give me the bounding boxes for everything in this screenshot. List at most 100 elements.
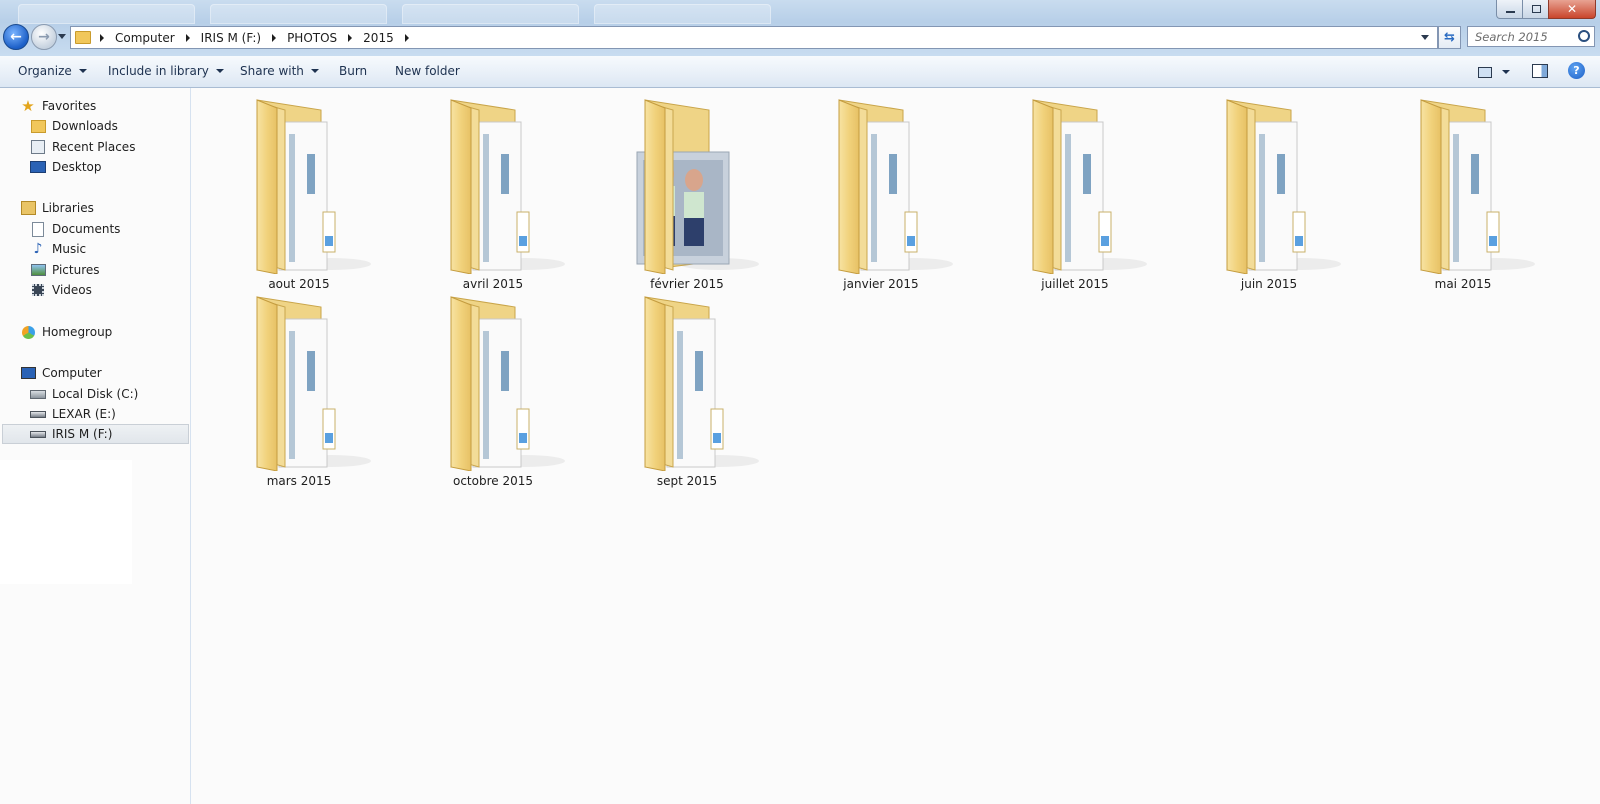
address-bar[interactable]: Computer IRIS M (F:) PHOTOS 2015 bbox=[70, 26, 1438, 49]
sidebar-item-label: IRIS M (F:) bbox=[52, 427, 113, 441]
burn-label: Burn bbox=[339, 64, 368, 78]
folder-label: aout 2015 bbox=[268, 277, 330, 291]
sidebar-item-videos[interactable]: Videos bbox=[30, 280, 92, 300]
breadcrumb-separator[interactable] bbox=[185, 33, 190, 42]
view-icon bbox=[1478, 66, 1492, 78]
desktop-icon bbox=[30, 159, 46, 175]
folder-item[interactable]: sept 2015 bbox=[609, 291, 765, 491]
folder-label: février 2015 bbox=[650, 277, 724, 291]
folder-label: sept 2015 bbox=[656, 474, 718, 488]
folder-item[interactable]: aout 2015 bbox=[221, 94, 377, 294]
dropdown-arrow-icon bbox=[215, 69, 224, 73]
sidebar-item-favorites[interactable]: ★ Favorites bbox=[20, 96, 96, 116]
title-bar: ✕ ← → Computer IRIS M (F:) PHOTOS 2015 ⇆ bbox=[0, 0, 1600, 56]
new-folder-label: New folder bbox=[395, 64, 460, 78]
breadcrumb-photos[interactable]: PHOTOS bbox=[281, 31, 343, 45]
navigation-pane: ★ Favorites Downloads Recent Places Desk… bbox=[0, 88, 191, 804]
folder-icon bbox=[75, 31, 91, 44]
dropdown-arrow-icon bbox=[1502, 70, 1510, 74]
sidebar-item-homegroup[interactable]: Homegroup bbox=[20, 322, 112, 342]
sidebar-item-label: Libraries bbox=[42, 201, 94, 215]
change-view-button[interactable] bbox=[1478, 64, 1518, 80]
restore-button[interactable] bbox=[1522, 0, 1550, 19]
folder-label: mars 2015 bbox=[266, 474, 332, 488]
sidebar-item-libraries[interactable]: Libraries bbox=[20, 198, 94, 218]
minimize-icon bbox=[1505, 11, 1515, 13]
background-tab bbox=[594, 4, 771, 24]
search-icon[interactable] bbox=[1578, 30, 1590, 42]
sidebar-item-label: Recent Places bbox=[52, 140, 136, 154]
downloads-folder-icon bbox=[30, 118, 46, 134]
organize-label: Organize bbox=[18, 64, 72, 78]
star-icon: ★ bbox=[21, 97, 35, 115]
search-box[interactable] bbox=[1467, 26, 1595, 47]
sidebar-item-downloads[interactable]: Downloads bbox=[30, 116, 118, 136]
sidebar-item-lexar[interactable]: LEXAR (E:) bbox=[30, 404, 116, 424]
recent-pages-dropdown[interactable] bbox=[58, 34, 66, 39]
breadcrumb-2015[interactable]: 2015 bbox=[357, 31, 400, 45]
folder-item[interactable]: juin 2015 bbox=[1191, 94, 1347, 294]
folder-icon bbox=[256, 296, 371, 472]
new-folder-button[interactable]: New folder bbox=[395, 64, 460, 78]
sidebar-item-label: Desktop bbox=[52, 160, 102, 174]
folder-icon bbox=[1420, 99, 1535, 275]
folder-item[interactable]: octobre 2015 bbox=[415, 291, 571, 491]
folder-item[interactable]: juillet 2015 bbox=[997, 94, 1153, 294]
sidebar-item-documents[interactable]: Documents bbox=[30, 219, 120, 239]
hard-drive-icon bbox=[30, 386, 46, 402]
sidebar-item-label: Downloads bbox=[52, 119, 118, 133]
computer-icon bbox=[20, 365, 36, 381]
share-with-button[interactable]: Share with bbox=[240, 64, 319, 78]
folder-item[interactable]: mars 2015 bbox=[221, 291, 377, 491]
folder-item[interactable]: avril 2015 bbox=[415, 94, 571, 294]
breadcrumb-separator[interactable] bbox=[272, 33, 277, 42]
dropdown-arrow-icon bbox=[310, 69, 319, 73]
preview-pane-button[interactable] bbox=[1532, 64, 1548, 78]
libraries-icon bbox=[20, 200, 36, 216]
folder-item[interactable]: janvier 2015 bbox=[803, 94, 959, 294]
back-arrow-icon: ← bbox=[10, 29, 22, 45]
sidebar-item-iris-m[interactable]: IRIS M (F:) bbox=[2, 424, 189, 444]
folder-label: juillet 2015 bbox=[1041, 277, 1109, 291]
search-input[interactable] bbox=[1468, 27, 1575, 46]
back-button[interactable]: ← bbox=[3, 24, 29, 50]
sidebar-item-computer[interactable]: Computer bbox=[20, 363, 102, 383]
music-note-icon: ♪ bbox=[33, 241, 43, 257]
folder-item[interactable]: février 2015 bbox=[609, 94, 765, 294]
sidebar-item-label: Videos bbox=[52, 283, 92, 297]
close-button[interactable]: ✕ bbox=[1548, 0, 1596, 19]
forward-arrow-icon: → bbox=[38, 29, 50, 45]
refresh-button[interactable]: ⇆ bbox=[1438, 26, 1461, 49]
include-in-library-button[interactable]: Include in library bbox=[108, 64, 224, 78]
breadcrumb-separator[interactable] bbox=[348, 33, 353, 42]
help-button[interactable]: ? bbox=[1568, 62, 1585, 79]
breadcrumb-computer[interactable]: Computer bbox=[109, 31, 181, 45]
sidebar-item-recent-places[interactable]: Recent Places bbox=[30, 137, 135, 157]
minimize-button[interactable] bbox=[1496, 0, 1524, 19]
sidebar-item-desktop[interactable]: Desktop bbox=[30, 157, 102, 177]
organize-button[interactable]: Organize bbox=[18, 64, 87, 78]
forward-button[interactable]: → bbox=[31, 24, 57, 50]
sidebar-item-local-disk[interactable]: Local Disk (C:) bbox=[30, 384, 138, 404]
breadcrumb-separator[interactable] bbox=[100, 33, 104, 42]
burn-button[interactable]: Burn bbox=[339, 64, 367, 78]
folder-item[interactable]: mai 2015 bbox=[1385, 94, 1541, 294]
sidebar-item-label: Homegroup bbox=[42, 325, 113, 339]
background-tab bbox=[18, 4, 195, 24]
sidebar-item-label: Local Disk (C:) bbox=[52, 387, 139, 401]
folder-icon bbox=[256, 99, 371, 275]
sidebar-item-label: Computer bbox=[42, 366, 102, 380]
sidebar-item-pictures[interactable]: Pictures bbox=[30, 260, 100, 280]
folder-icon bbox=[450, 296, 565, 472]
background-tab bbox=[402, 4, 579, 24]
folder-label: janvier 2015 bbox=[843, 277, 919, 291]
folder-label: juin 2015 bbox=[1240, 277, 1298, 291]
recent-places-icon bbox=[30, 139, 46, 155]
sidebar-item-label: Favorites bbox=[42, 99, 97, 113]
removable-drive-icon bbox=[30, 426, 46, 442]
address-history-dropdown[interactable] bbox=[1421, 35, 1429, 40]
breadcrumb-separator[interactable] bbox=[404, 33, 409, 42]
command-bar: Organize Include in library Share with B… bbox=[0, 56, 1600, 88]
sidebar-item-music[interactable]: ♪ Music bbox=[30, 239, 87, 259]
breadcrumb-drive[interactable]: IRIS M (F:) bbox=[195, 31, 267, 45]
